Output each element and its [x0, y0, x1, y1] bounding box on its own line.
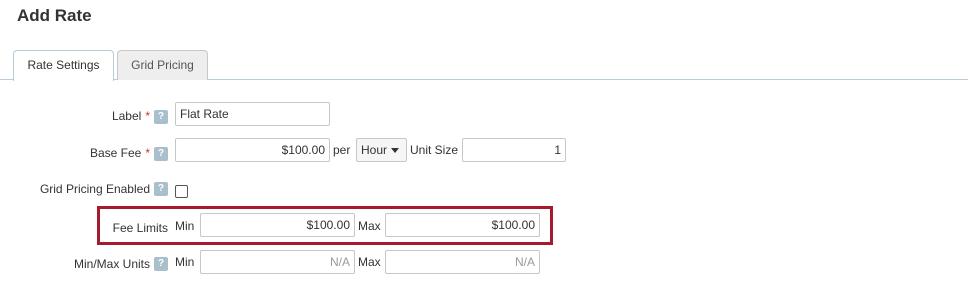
- fee-limits-min-input[interactable]: $100.00: [200, 213, 355, 237]
- label-field-label: Label *: [60, 109, 150, 123]
- per-text: per: [333, 143, 351, 157]
- label-input[interactable]: Flat Rate: [175, 102, 330, 126]
- help-icon[interactable]: ?: [154, 182, 168, 196]
- fee-limits-min-label: Min: [175, 219, 195, 233]
- help-icon[interactable]: ?: [154, 147, 168, 161]
- fee-limits-max-label: Max: [358, 219, 381, 233]
- max-units-input[interactable]: N/A: [385, 250, 540, 274]
- tab-rate-settings[interactable]: Rate Settings: [13, 50, 114, 81]
- tab-grid-pricing[interactable]: Grid Pricing: [117, 50, 208, 80]
- min-units-input[interactable]: N/A: [200, 250, 355, 274]
- required-marker: *: [145, 146, 150, 160]
- min-max-units-max-label: Max: [358, 255, 381, 269]
- unit-size-input[interactable]: 1: [462, 138, 566, 162]
- unit-size-label: Unit Size: [410, 143, 459, 157]
- grid-pricing-enabled-checkbox[interactable]: [175, 185, 188, 198]
- unit-select-value: Hour: [361, 143, 388, 157]
- fee-limits-label: Fee Limits: [112, 221, 168, 235]
- base-fee-input[interactable]: $100.00: [175, 138, 330, 162]
- help-icon[interactable]: ?: [154, 257, 168, 271]
- required-marker: *: [145, 109, 150, 123]
- tab-bar: Rate Settings Grid Pricing: [0, 50, 968, 81]
- min-max-units-min-label: Min: [175, 255, 195, 269]
- grid-pricing-enabled-label: Grid Pricing Enabled: [39, 182, 150, 196]
- page-title: Add Rate: [17, 6, 92, 25]
- base-fee-label: Base Fee *: [60, 146, 150, 160]
- base-fee-label-text: Base Fee: [89, 146, 142, 160]
- unit-select[interactable]: Hour: [356, 138, 407, 162]
- min-max-units-label: Min/Max Units: [73, 257, 150, 271]
- fee-limits-max-input[interactable]: $100.00: [385, 213, 540, 237]
- label-field-label-text: Label: [111, 109, 142, 123]
- chevron-down-icon: [391, 148, 400, 154]
- help-icon[interactable]: ?: [154, 110, 168, 124]
